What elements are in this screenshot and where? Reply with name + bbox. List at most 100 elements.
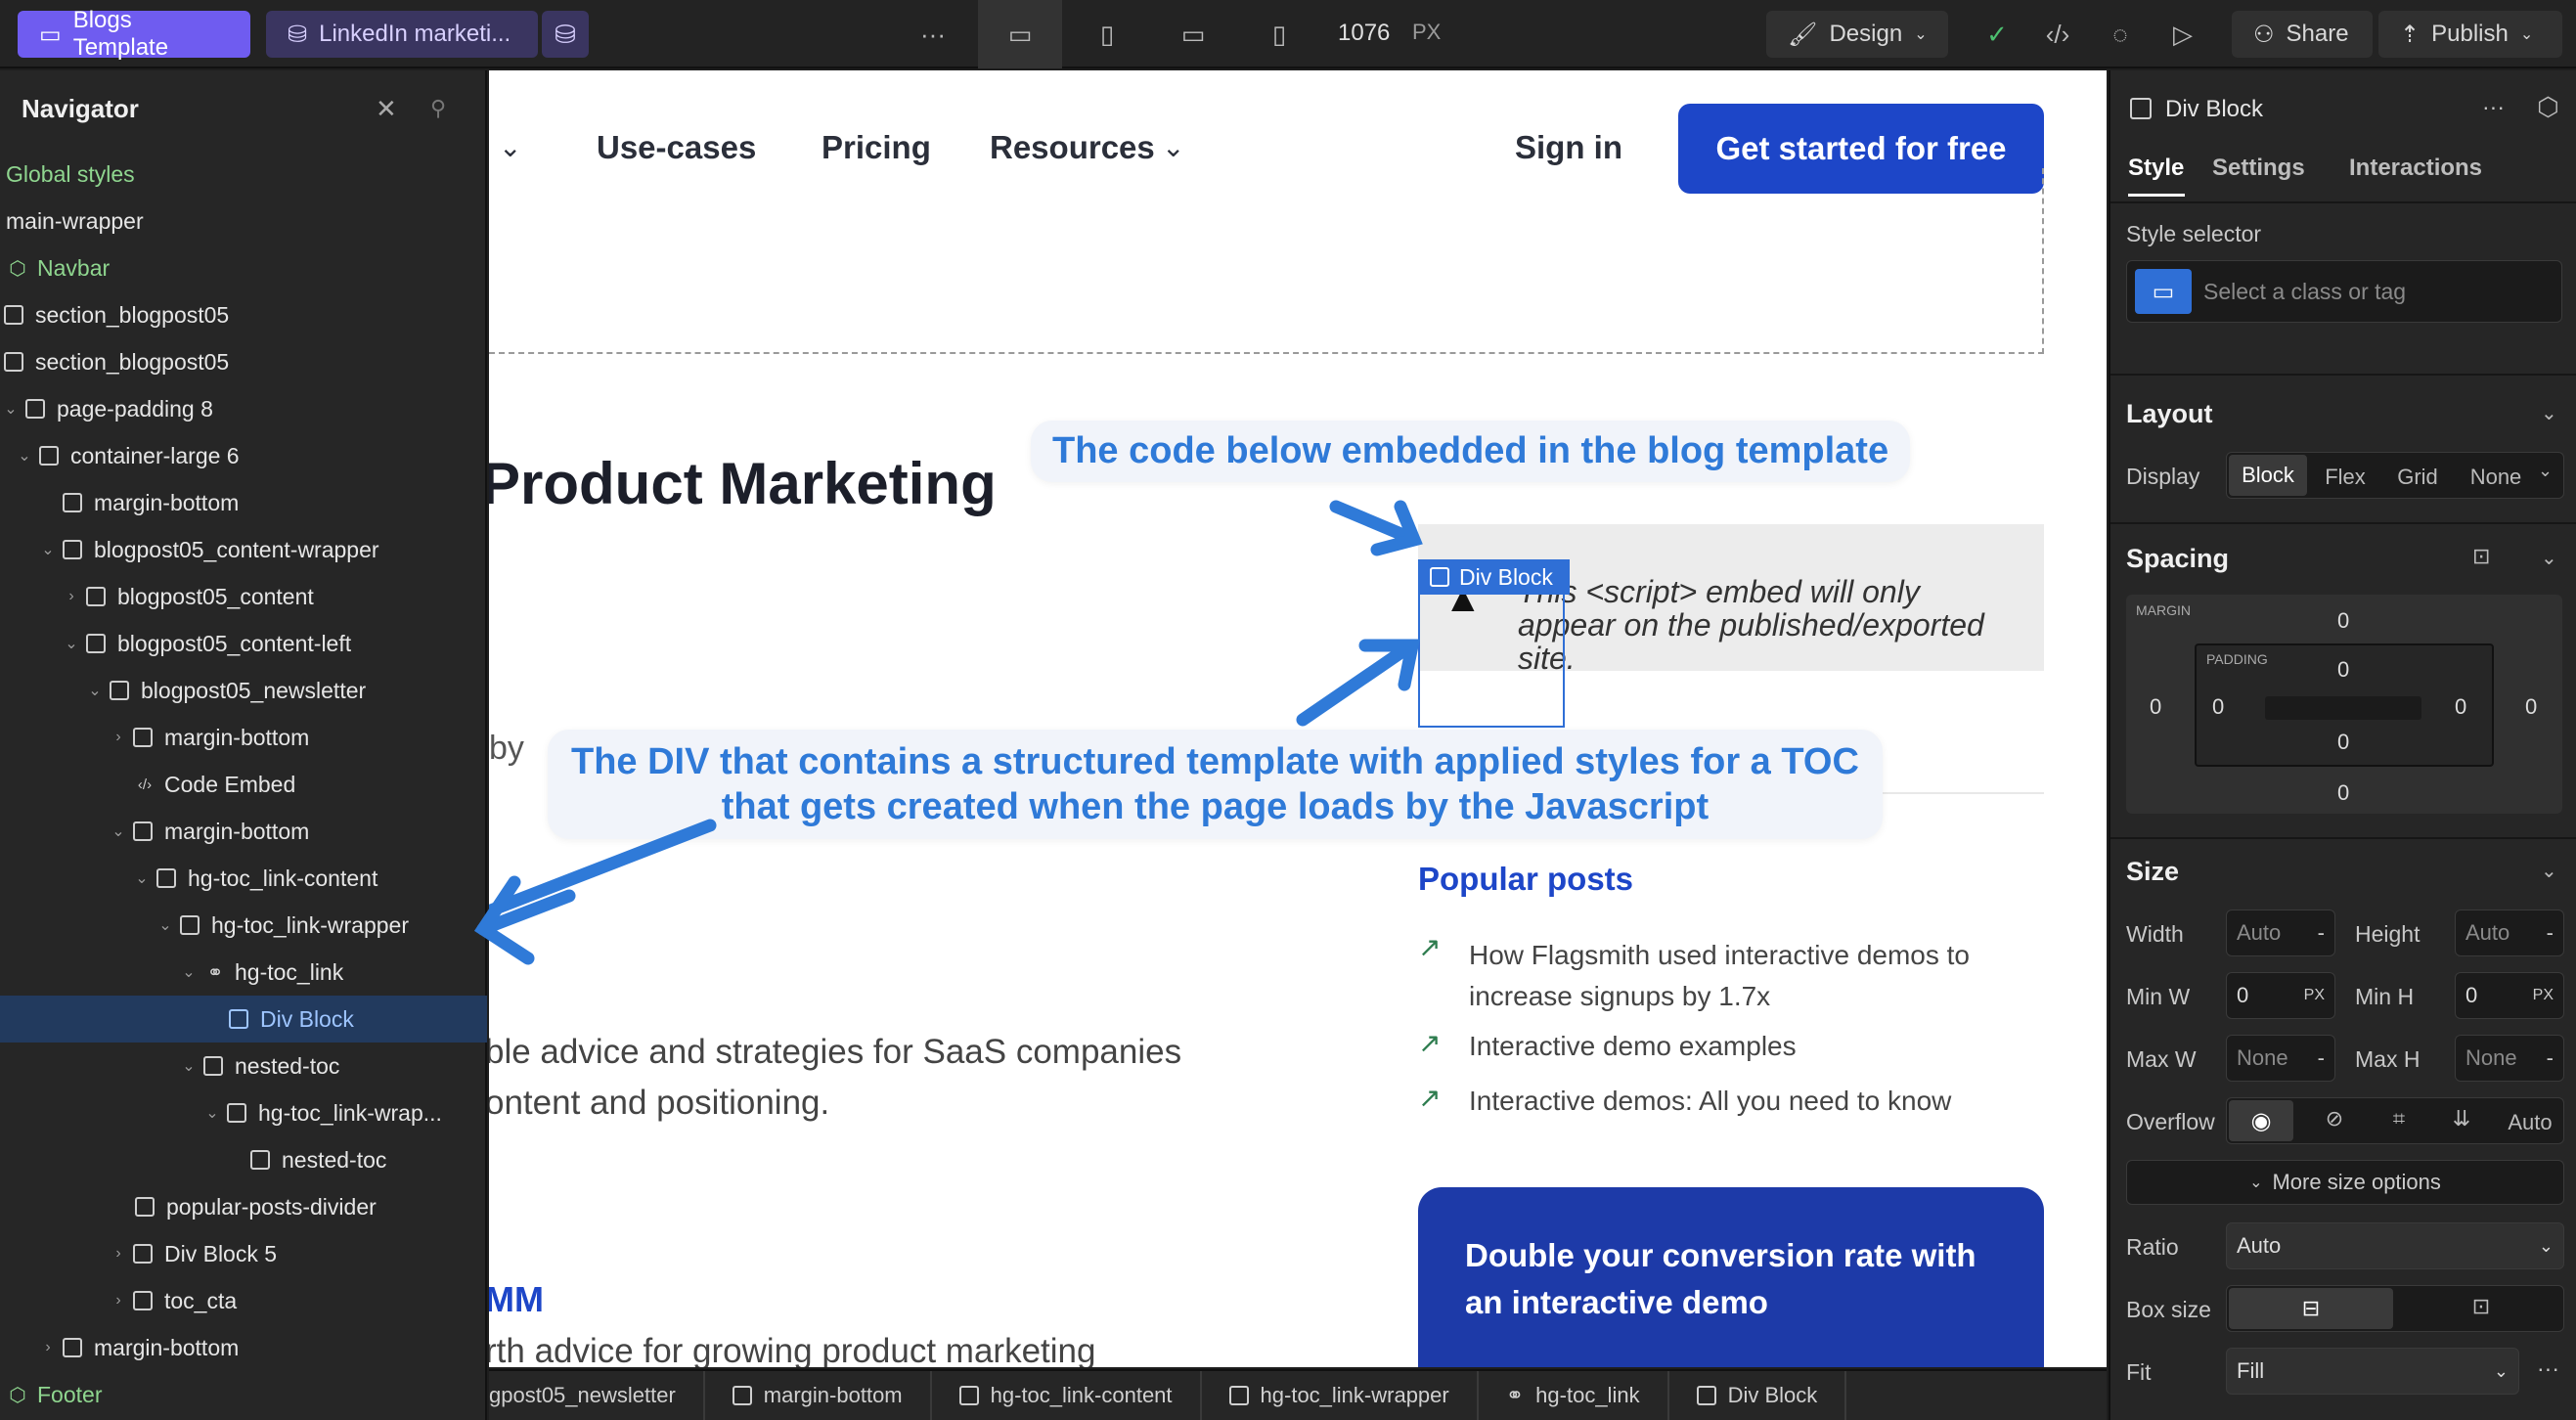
height-input[interactable]: Auto -: [2455, 910, 2564, 956]
more-icon[interactable]: ···: [910, 11, 956, 58]
nav-item-code-embed[interactable]: ‹/› Code Embed: [0, 761, 487, 808]
nav-item-margin-bottom[interactable]: ⌄ margin-bottom: [0, 808, 487, 855]
nav-item-content[interactable]: › blogpost05_content: [0, 573, 487, 620]
nav-item-newsletter[interactable]: ⌄ blogpost05_newsletter: [0, 667, 487, 714]
nav-item-content-left[interactable]: ⌄ blogpost05_content-left: [0, 620, 487, 667]
margin-right-value[interactable]: 0: [2525, 694, 2537, 720]
chevron-right-icon[interactable]: ›: [37, 1339, 59, 1356]
tab-style[interactable]: Style: [2128, 155, 2184, 182]
margin-left-value[interactable]: 0: [2150, 694, 2161, 720]
nav-item-nested-toc[interactable]: ⌄ nested-toc: [0, 1043, 487, 1089]
chevron-down-icon[interactable]: ⌄: [201, 1103, 223, 1123]
mobile-landscape-icon[interactable]: ▭: [1170, 11, 1217, 58]
publish-button[interactable]: ⇡ Publish ⌄: [2378, 11, 2562, 58]
canvas-width-value[interactable]: 1076: [1338, 20, 1390, 47]
size-section-title[interactable]: Size: [2126, 857, 2179, 887]
nav-item-toc-link-wrapper[interactable]: ⌄ hg-toc_link-wrapper: [0, 902, 487, 949]
display-block-option[interactable]: Block: [2229, 455, 2307, 496]
chevron-right-icon[interactable]: ›: [108, 1245, 129, 1263]
desktop-breakpoint-icon[interactable]: ▭: [978, 0, 1062, 68]
chevron-down-icon[interactable]: ⌄: [2541, 859, 2557, 883]
share-button[interactable]: ⚇ Share: [2232, 11, 2373, 58]
min-width-input[interactable]: 0 PX: [2226, 972, 2335, 1019]
tab-settings[interactable]: Settings: [2212, 155, 2305, 182]
tablet-icon[interactable]: ▯: [1084, 11, 1131, 58]
breadcrumb-item-toc-link-wrapper[interactable]: hg-toc_link-wrapper: [1202, 1371, 1479, 1420]
chevron-down-icon[interactable]: ⌄: [2538, 461, 2553, 481]
chevron-right-icon[interactable]: ›: [61, 588, 82, 605]
nav-item-toc-link[interactable]: ⌄ ⚭ hg-toc_link: [0, 949, 487, 996]
nav-item-toc-cta[interactable]: › toc_cta: [0, 1277, 487, 1324]
chevron-down-icon[interactable]: ⌄: [0, 399, 22, 419]
mobile-portrait-icon[interactable]: ▯: [1256, 11, 1303, 58]
check-circle-icon[interactable]: ✓: [1974, 11, 2021, 58]
breadcrumb-item-margin-bottom[interactable]: margin-bottom: [705, 1371, 932, 1420]
chevron-down-icon[interactable]: ⌄: [2541, 401, 2557, 425]
chevron-down-icon[interactable]: ⌄: [2541, 546, 2557, 570]
eye-icon[interactable]: ◉: [2229, 1100, 2293, 1141]
code-icon[interactable]: ‹/›: [2034, 11, 2081, 58]
close-icon[interactable]: ✕: [376, 94, 397, 124]
nav-item-margin-bottom[interactable]: margin-bottom: [0, 479, 487, 526]
nav-item-margin-bottom[interactable]: › margin-bottom: [0, 1324, 487, 1371]
chevron-down-icon[interactable]: ⌄: [108, 821, 129, 841]
min-height-input[interactable]: 0 PX: [2455, 972, 2564, 1019]
chevron-right-icon[interactable]: ›: [108, 729, 129, 746]
design-canvas[interactable]: ⌄ Use-cases Pricing Resources ⌄ Sign in …: [489, 70, 2107, 1367]
nav-item-footer[interactable]: ⬡ Footer: [0, 1371, 487, 1418]
nav-item-toc-link-wrapper-nested[interactable]: ⌄ hg-toc_link-wrap...: [0, 1089, 487, 1136]
nav-item-global-styles[interactable]: Global styles: [0, 151, 487, 198]
padding-bottom-value[interactable]: 0: [2337, 730, 2349, 755]
nav-item-main-wrapper[interactable]: main-wrapper: [0, 198, 487, 244]
max-width-input[interactable]: None -: [2226, 1035, 2335, 1082]
breadcrumb-item-toc-link[interactable]: ⚭ hg-toc_link: [1479, 1371, 1669, 1420]
breadcrumb-item-toc-link-content[interactable]: hg-toc_link-content: [932, 1371, 1202, 1420]
ratio-select[interactable]: Auto ⌄: [2226, 1222, 2564, 1269]
cms-tab[interactable]: ⛁ LinkedIn marketi...: [266, 11, 538, 58]
overflow-auto-option[interactable]: Auto: [2501, 1110, 2559, 1135]
scroll-icon[interactable]: ⌗: [2370, 1106, 2428, 1132]
nav-item-div-block-selected[interactable]: Div Block: [0, 996, 487, 1043]
fit-select[interactable]: Fill ⌄: [2226, 1348, 2519, 1395]
padding-top-value[interactable]: 0: [2337, 657, 2349, 683]
layout-section-title[interactable]: Layout: [2126, 399, 2213, 429]
nav-item-toc-link-content[interactable]: ⌄ hg-toc_link-content: [0, 855, 487, 902]
chevron-down-icon[interactable]: ⌄: [178, 962, 200, 982]
nav-item-nested-toc[interactable]: nested-toc: [0, 1136, 487, 1183]
nav-item-navbar[interactable]: ⬡ Navbar: [0, 244, 487, 291]
content-box-icon[interactable]: ⊡: [2399, 1294, 2563, 1319]
margin-bottom-value[interactable]: 0: [2337, 780, 2349, 806]
mode-dropdown[interactable]: 🖌 Design ⌄: [1766, 11, 1948, 58]
breadcrumb-item-div-block[interactable]: Div Block: [1669, 1371, 1847, 1420]
page-tab[interactable]: ▭ Blogs Template: [18, 7, 250, 61]
chevron-down-icon[interactable]: ⌄: [37, 540, 59, 559]
width-input[interactable]: Auto -: [2226, 910, 2335, 956]
nav-item-container-large[interactable]: ⌄ container-large 6: [0, 432, 487, 479]
display-flex-option[interactable]: Flex: [2311, 465, 2379, 490]
comment-icon[interactable]: ◌: [2097, 11, 2144, 58]
component-icon[interactable]: ⬡: [2537, 92, 2559, 122]
padding-left-value[interactable]: 0: [2212, 694, 2224, 720]
nav-item-page-padding[interactable]: ⌄ page-padding 8: [0, 385, 487, 432]
more-icon[interactable]: ···: [2537, 1355, 2559, 1382]
chevron-right-icon[interactable]: ›: [108, 1292, 129, 1309]
style-selector-input[interactable]: ▭ Select a class or tag: [2126, 260, 2562, 323]
more-icon[interactable]: ···: [2482, 94, 2505, 120]
nav-item-section[interactable]: section_blogpost05: [0, 338, 487, 385]
chevron-down-icon[interactable]: ⌄: [61, 634, 82, 653]
nav-item-popular-posts-divider[interactable]: popular-posts-divider: [0, 1183, 487, 1230]
nav-item-div-block-5[interactable]: › Div Block 5: [0, 1230, 487, 1277]
chevron-down-icon[interactable]: ⌄: [14, 446, 35, 466]
eye-off-icon[interactable]: ⊘: [2305, 1106, 2364, 1132]
spacing-preset-icon[interactable]: ⊡: [2472, 544, 2490, 569]
breadcrumb-item-newsletter[interactable]: gpost05_newsletter: [489, 1371, 705, 1420]
padding-right-value[interactable]: 0: [2455, 694, 2466, 720]
chevron-down-icon[interactable]: ⌄: [84, 681, 106, 700]
margin-top-value[interactable]: 0: [2337, 608, 2349, 634]
nav-item-margin-bottom[interactable]: › margin-bottom: [0, 714, 487, 761]
chevron-down-icon[interactable]: ⌄: [131, 868, 153, 888]
border-box-icon[interactable]: ⊟: [2229, 1288, 2393, 1329]
clip-icon[interactable]: ⇊: [2432, 1106, 2491, 1132]
preview-play-icon[interactable]: ▷: [2159, 11, 2206, 58]
max-height-input[interactable]: None -: [2455, 1035, 2564, 1082]
